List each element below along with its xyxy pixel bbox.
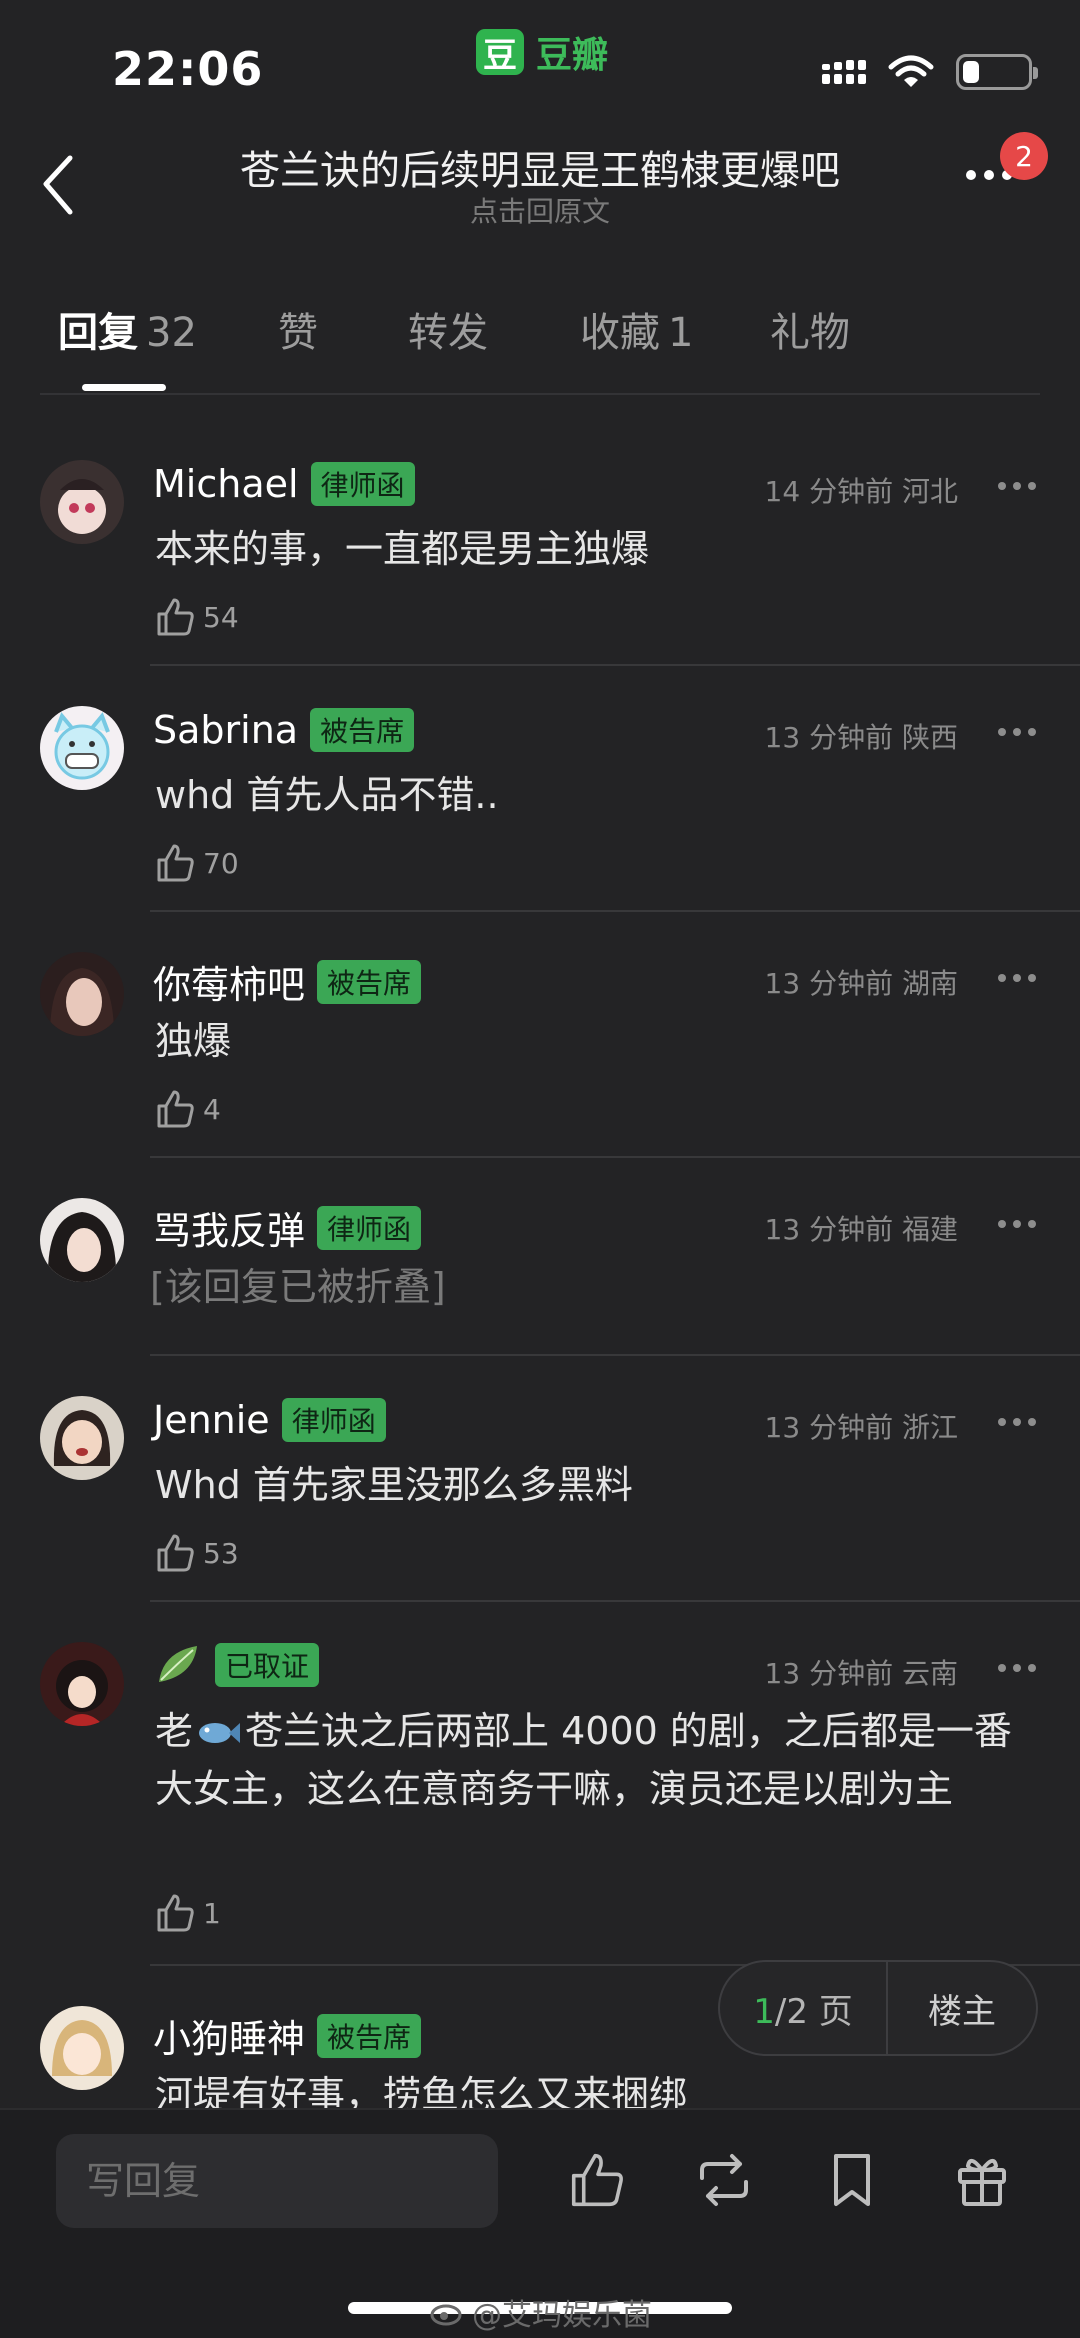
user-badge: 已取证 bbox=[215, 1643, 320, 1687]
comment-more-button[interactable] bbox=[998, 1220, 1036, 1228]
comment-more-button[interactable] bbox=[998, 1664, 1036, 1672]
only-op-button[interactable]: 楼主 bbox=[888, 1984, 1036, 2033]
comment-user[interactable]: 你莓柿吧 被告席 bbox=[153, 954, 422, 1009]
app-name: 豆瓣 bbox=[536, 35, 609, 76]
repost-icon bbox=[700, 2154, 748, 2206]
back-to-original-link[interactable]: 点击回原文 bbox=[200, 190, 880, 230]
like-post-button[interactable] bbox=[568, 2150, 628, 2210]
like-button[interactable]: 53 bbox=[155, 1532, 239, 1574]
user-badge: 律师函 bbox=[317, 1205, 422, 1250]
comment-meta: 13 分钟前 浙江 bbox=[764, 1411, 958, 1444]
thumbs-up-icon bbox=[157, 1090, 194, 1128]
like-button[interactable]: 1 bbox=[155, 1892, 221, 1934]
user-badge: 律师函 bbox=[281, 1398, 386, 1442]
post-title[interactable]: 苍兰诀的后续明显是王鹤棣更爆吧 bbox=[200, 138, 880, 196]
comment-user[interactable]: 已取证 bbox=[153, 1642, 320, 1688]
avatar[interactable] bbox=[40, 1642, 124, 1726]
user-badge: 被告席 bbox=[310, 708, 415, 752]
comment-text: 本来的事，一直都是男主独爆 bbox=[155, 527, 650, 571]
tab-replies[interactable]: 回复 32 bbox=[58, 300, 197, 358]
douban-logo-icon: 豆 bbox=[476, 29, 524, 76]
status-icons bbox=[822, 54, 1038, 90]
comment-text: whd 首先人品不错.. bbox=[155, 773, 499, 817]
bookmark-icon bbox=[834, 2154, 870, 2206]
avatar[interactable] bbox=[40, 1396, 124, 1480]
thumbs-up-icon bbox=[571, 2153, 623, 2207]
comment-meta: 14 分钟前 河北 bbox=[764, 475, 958, 508]
avatar-image bbox=[40, 952, 124, 1036]
comment-text: 老苍兰诀之后两部上 4000 的剧，之后都是一番大女主，这么在意商务干嘛，演员还… bbox=[155, 1709, 1012, 1811]
tabs-divider bbox=[40, 393, 1040, 395]
comment-meta: 13 分钟前 云南 bbox=[764, 1657, 958, 1690]
thumbs-up-icon bbox=[157, 844, 194, 882]
comment-user[interactable]: Sabrina 被告席 bbox=[153, 708, 415, 752]
repost-button[interactable] bbox=[694, 2150, 754, 2210]
chevron-left-icon bbox=[43, 155, 73, 215]
fish-emoji-icon bbox=[199, 1723, 241, 1743]
douban-app-indicator: 豆 豆瓣 bbox=[476, 26, 608, 78]
weibo-logo-icon bbox=[430, 2304, 462, 2326]
user-badge: 被告席 bbox=[317, 2013, 422, 2058]
comment-user[interactable]: 骂我反弹 律师函 bbox=[153, 1200, 422, 1255]
tab-gifts[interactable]: 礼物 bbox=[770, 300, 850, 358]
avatar-image bbox=[40, 1642, 124, 1726]
tab-likes[interactable]: 赞 bbox=[278, 300, 318, 358]
tab-reposts[interactable]: 转发 bbox=[408, 300, 488, 358]
battery-icon bbox=[956, 54, 1038, 90]
thumbs-up-icon bbox=[157, 598, 194, 636]
comment-text: Whd 首先家里没那么多黑料 bbox=[155, 1463, 633, 1507]
comment-user[interactable]: 小狗睡神 被告席 bbox=[153, 2008, 422, 2063]
page-indicator[interactable]: 1/2 页 bbox=[720, 1984, 886, 2033]
pagination-control: 1/2 页 楼主 bbox=[718, 1960, 1038, 2056]
user-badge: 律师函 bbox=[310, 462, 415, 506]
avatar-image bbox=[40, 460, 124, 544]
comment-user[interactable]: Michael 律师函 bbox=[153, 462, 415, 506]
avatar[interactable] bbox=[40, 952, 124, 1036]
folded-reply-text[interactable]: [该回复已被折叠] bbox=[150, 1258, 1020, 1316]
status-time: 22:06 bbox=[112, 42, 264, 96]
weibo-watermark: @艾玛娱乐菌 bbox=[430, 2290, 652, 2334]
comment-user[interactable]: Jennie 律师函 bbox=[153, 1398, 386, 1442]
comment-more-button[interactable] bbox=[998, 482, 1036, 490]
wifi-icon bbox=[888, 55, 934, 87]
like-button[interactable]: 4 bbox=[155, 1088, 221, 1130]
back-button[interactable] bbox=[40, 150, 90, 220]
status-bar: 22:06 豆 豆瓣 bbox=[0, 0, 1080, 130]
gift-icon bbox=[958, 2158, 1006, 2206]
active-tab-indicator bbox=[82, 384, 166, 391]
comment-meta: 13 分钟前 福建 bbox=[764, 1213, 958, 1246]
like-button[interactable]: 54 bbox=[155, 596, 239, 638]
notification-badge: 2 bbox=[1000, 132, 1048, 180]
comment-meta: 13 分钟前 陕西 bbox=[764, 721, 958, 754]
avatar-image bbox=[40, 1396, 124, 1480]
like-button[interactable]: 70 bbox=[155, 842, 239, 884]
avatar[interactable] bbox=[40, 460, 124, 544]
bookmark-button[interactable] bbox=[822, 2150, 882, 2210]
leaf-icon bbox=[159, 1646, 197, 1682]
avatar-image bbox=[40, 1198, 124, 1282]
battery-level bbox=[963, 61, 979, 83]
comment-more-button[interactable] bbox=[998, 1418, 1036, 1426]
reply-input[interactable] bbox=[56, 2134, 498, 2228]
comment-more-button[interactable] bbox=[998, 728, 1036, 736]
avatar-image bbox=[40, 706, 124, 790]
gift-button[interactable] bbox=[952, 2150, 1012, 2210]
avatar[interactable] bbox=[40, 1198, 124, 1282]
comment-meta: 13 分钟前 湖南 bbox=[764, 967, 958, 1000]
thumbs-up-icon bbox=[157, 1534, 194, 1572]
comment-text: 独爆 bbox=[155, 1019, 232, 1063]
comment-more-button[interactable] bbox=[998, 974, 1036, 982]
avatar[interactable] bbox=[40, 2006, 124, 2090]
avatar[interactable] bbox=[40, 706, 124, 790]
avatar-image bbox=[40, 2006, 124, 2090]
thumbs-up-icon bbox=[157, 1894, 194, 1932]
tab-favorites[interactable]: 收藏 1 bbox=[580, 300, 693, 358]
user-badge: 被告席 bbox=[317, 959, 422, 1004]
cellular-signal-icon bbox=[822, 60, 866, 84]
